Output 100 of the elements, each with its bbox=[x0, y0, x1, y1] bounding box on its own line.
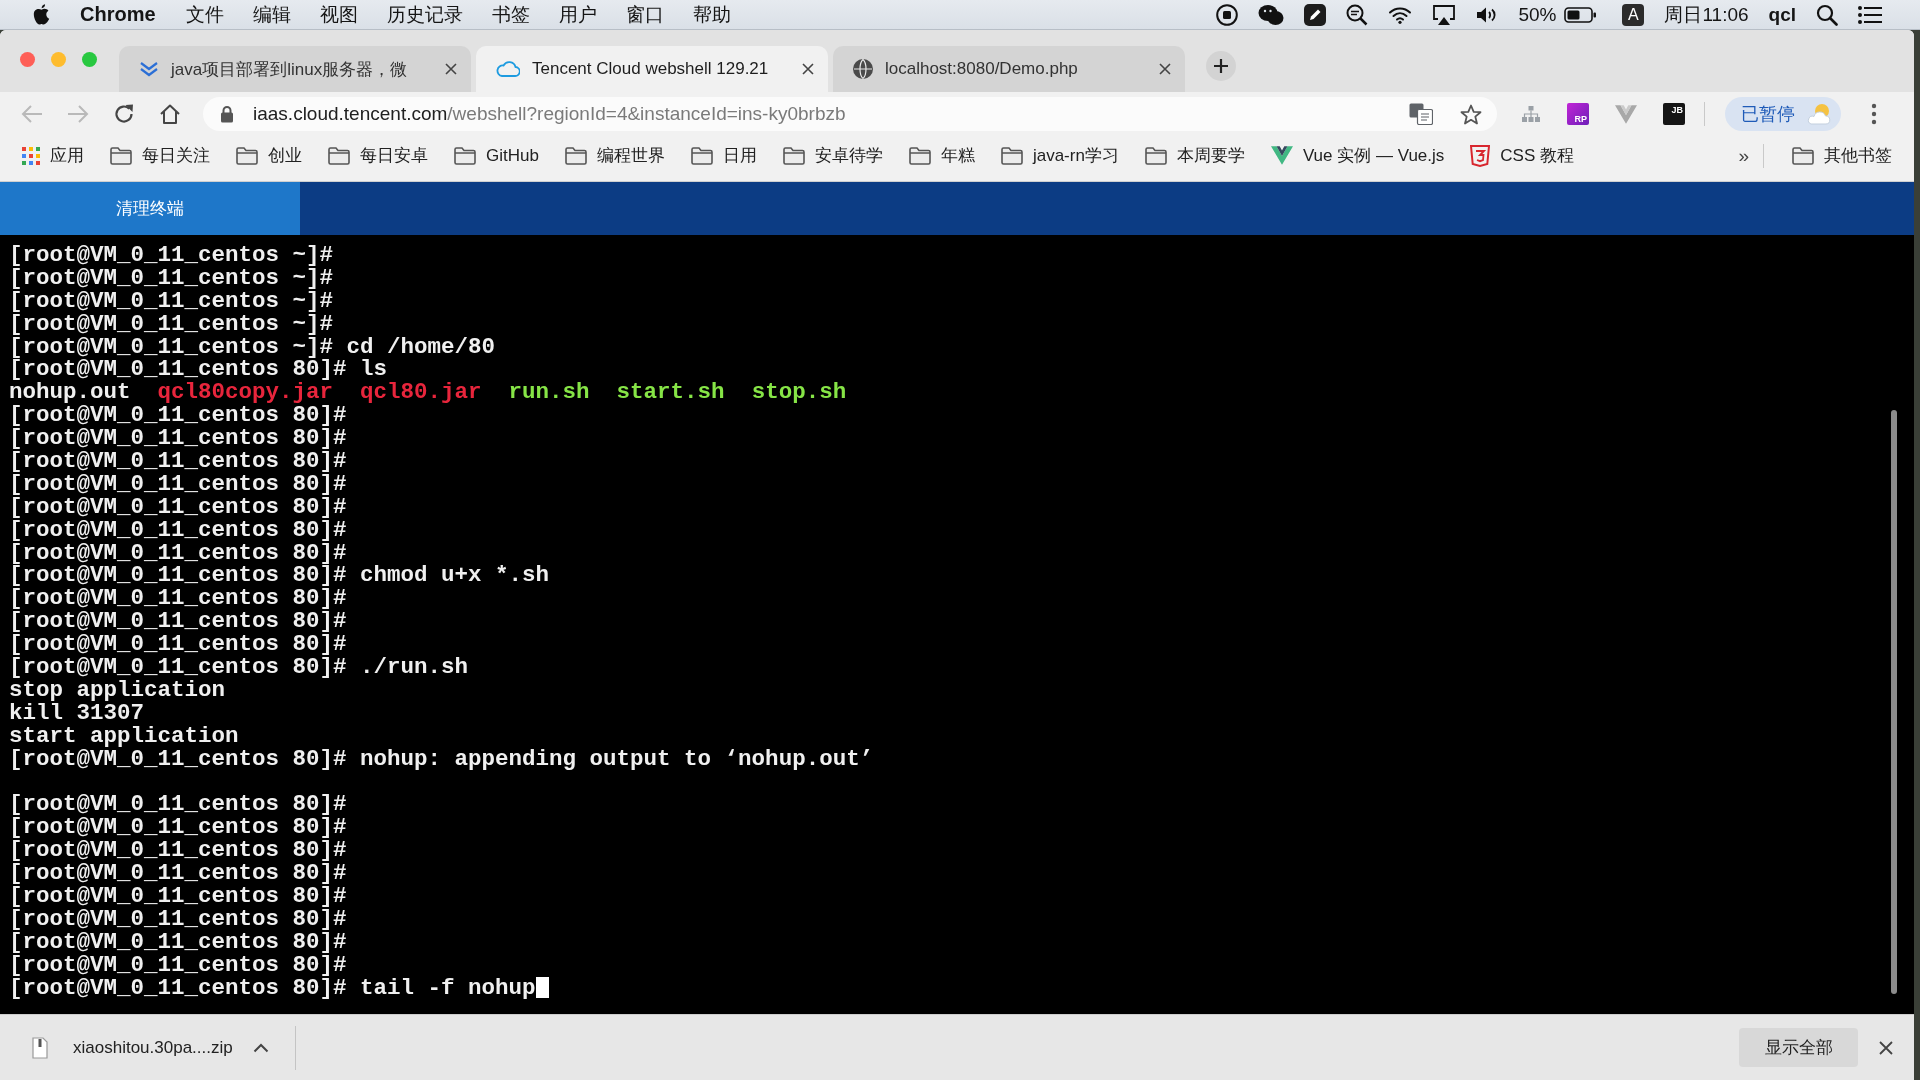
list-icon[interactable] bbox=[1858, 5, 1882, 24]
terminal-line: [root@VM_0_11_centos 80]# bbox=[9, 404, 347, 428]
terminal-line: [root@VM_0_11_centos 80]# nohup: appending output to ‘nohup.out’ bbox=[9, 747, 874, 771]
user-name[interactable]: qcl bbox=[1768, 3, 1796, 26]
browser-tab[interactable]: java项目部署到linux服务器，微 bbox=[119, 46, 471, 92]
bookmark-item[interactable]: 其他书签 bbox=[1792, 144, 1892, 167]
close-icon[interactable] bbox=[1879, 1040, 1893, 1055]
extension-button[interactable]: RP bbox=[1567, 103, 1589, 125]
terminal-line: [root@VM_0_11_centos 80]# bbox=[9, 816, 347, 840]
terminal-line: [root@VM_0_11_centos 80]# bbox=[9, 884, 347, 908]
apple-icon[interactable] bbox=[33, 4, 50, 25]
bubble-magnifier-icon[interactable] bbox=[1346, 3, 1369, 26]
search-icon[interactable] bbox=[1816, 3, 1838, 26]
clear-terminal-button[interactable]: 清理终端 bbox=[0, 182, 300, 235]
browser-tab[interactable]: localhost:8080/Demo.php bbox=[833, 46, 1185, 92]
input-source-indicator[interactable]: A bbox=[1622, 3, 1645, 26]
plus-icon[interactable] bbox=[1206, 51, 1236, 81]
pen-icon[interactable] bbox=[1304, 3, 1327, 26]
browser-tab[interactable]: Tencent Cloud webshell 129.21 bbox=[476, 46, 828, 92]
terminal-line: [root@VM_0_11_centos 80]# ./run.sh bbox=[9, 656, 469, 679]
terminal-line: [root@VM_0_11_centos 80]# ls bbox=[9, 358, 388, 382]
app-name-menu[interactable]: Chrome bbox=[80, 3, 156, 26]
show-all-button[interactable]: 显示全部 bbox=[1739, 1028, 1858, 1067]
terminal-line: [root@VM_0_11_centos ~]# bbox=[9, 289, 334, 313]
terminal-line: [root@VM_0_11_centos 80]# bbox=[9, 541, 347, 565]
terminal-line: [root@VM_0_11_centos 80]# tail -f nohup bbox=[9, 976, 536, 1000]
address-field[interactable]: iaas.cloud.tencent.com/webshell?regionId=4&instanceId=ins-ky0brbzb bbox=[203, 97, 1497, 131]
bookmark-item[interactable]: 每日安卓 bbox=[328, 144, 428, 167]
file-name: stop.sh bbox=[751, 381, 847, 405]
url-text: iaas.cloud.tencent.com/webshell?regionId=4&instanceId=ins-ky0brbzb bbox=[253, 103, 846, 125]
bookmark-item[interactable]: 创业 bbox=[236, 144, 302, 167]
close-icon[interactable] bbox=[802, 63, 814, 75]
bookmark-item[interactable]: 应用 bbox=[22, 144, 84, 167]
bookmark-item[interactable]: CSS 教程 bbox=[1470, 144, 1574, 167]
home-icon[interactable] bbox=[159, 103, 181, 125]
download-item[interactable]: xiaoshitou.30pa....zip bbox=[32, 1036, 233, 1059]
chat-bubbles-icon[interactable] bbox=[1258, 3, 1285, 26]
terminal-line: stop application bbox=[9, 678, 226, 702]
bookmark-item[interactable]: 日用 bbox=[690, 144, 757, 167]
translate-icon[interactable] bbox=[1409, 103, 1433, 125]
bookmark-item[interactable]: java-rn学习 bbox=[1000, 144, 1119, 167]
folder-icon bbox=[690, 146, 713, 165]
more-bookmarks-button[interactable]: » bbox=[1738, 144, 1749, 167]
menu-item[interactable]: 帮助 bbox=[692, 1, 731, 28]
folder-icon bbox=[564, 146, 587, 165]
terminal-line: kill 31307 bbox=[9, 701, 145, 725]
terminal-line: [root@VM_0_11_centos 80]# bbox=[9, 518, 347, 542]
menu-item[interactable]: 视图 bbox=[319, 1, 358, 28]
menu-item[interactable]: 窗口 bbox=[625, 1, 664, 28]
clock[interactable]: 周日11:06 bbox=[1664, 1, 1749, 28]
close-icon[interactable] bbox=[1159, 63, 1171, 75]
bookmark-item[interactable]: 每日关注 bbox=[110, 144, 210, 167]
extension-button[interactable]: JB bbox=[1663, 103, 1685, 125]
close-icon[interactable] bbox=[445, 63, 457, 75]
terminal-line: [root@VM_0_11_centos 80]# bbox=[9, 793, 347, 817]
terminal-line: [root@VM_0_11_centos 80]# bbox=[9, 610, 347, 634]
folder-icon bbox=[908, 146, 931, 165]
bookmark-item[interactable]: 安卓待学 bbox=[782, 144, 883, 167]
bookmark-item[interactable]: 年糕 bbox=[908, 144, 975, 167]
airplay-icon[interactable] bbox=[1432, 4, 1457, 25]
globe-icon bbox=[853, 59, 873, 79]
menu-item[interactable]: 用户 bbox=[558, 1, 597, 28]
folder-icon bbox=[328, 146, 350, 165]
folder-icon bbox=[110, 146, 132, 165]
scrollbar-thumb[interactable] bbox=[1891, 410, 1897, 994]
lock-icon bbox=[220, 105, 234, 123]
chevron-up-icon[interactable] bbox=[252, 1042, 269, 1053]
menu-icon[interactable] bbox=[1871, 103, 1877, 125]
file-name: nohup.out bbox=[9, 381, 131, 405]
bookmark-item[interactable]: 本周要学 bbox=[1144, 144, 1245, 167]
profile-button[interactable]: 已暂停 bbox=[1725, 97, 1841, 131]
terminal-line: [root@VM_0_11_centos 80]# bbox=[9, 930, 347, 954]
terminal-line: [root@VM_0_11_centos ~]# bbox=[9, 312, 334, 336]
reload-icon[interactable] bbox=[113, 103, 135, 125]
terminal-line: start application bbox=[9, 724, 239, 748]
battery-icon[interactable] bbox=[1564, 6, 1597, 23]
star-icon[interactable] bbox=[1460, 103, 1482, 125]
bookmark-item[interactable]: 编程世界 bbox=[564, 144, 665, 167]
menu-item[interactable]: 编辑 bbox=[252, 1, 291, 28]
v-logo-icon bbox=[1615, 104, 1637, 124]
sun-cloud-icon bbox=[1807, 103, 1833, 125]
wifi-icon[interactable] bbox=[1388, 5, 1413, 24]
bookmark-item[interactable]: Vue 实例 — Vue.js bbox=[1270, 144, 1445, 167]
file-name: qcl80copy.jar bbox=[157, 381, 334, 405]
file-name: start.sh bbox=[616, 381, 725, 405]
folder-icon bbox=[454, 146, 476, 165]
record-icon[interactable] bbox=[1216, 3, 1239, 26]
file-name: run.sh bbox=[508, 381, 590, 405]
menu-item[interactable]: 书签 bbox=[491, 1, 530, 28]
terminal-line: [root@VM_0_11_centos 80]# bbox=[9, 839, 347, 863]
terminal-line: [root@VM_0_11_centos 80]# bbox=[9, 450, 347, 473]
terminal-line: [root@VM_0_11_centos 80]# bbox=[9, 472, 347, 496]
terminal-line: [root@VM_0_11_centos 80]# bbox=[9, 587, 347, 611]
terminal-line: [root@VM_0_11_centos 80]# bbox=[9, 862, 347, 885]
menu-item[interactable]: 文件 bbox=[185, 1, 224, 28]
menu-item[interactable]: 历史记录 bbox=[386, 1, 463, 28]
terminal-line: [root@VM_0_11_centos 80]# bbox=[9, 953, 347, 977]
chevrons-icon bbox=[139, 60, 159, 78]
tab-title: localhost:8080/Demo.php bbox=[885, 59, 1079, 79]
bookmark-item[interactable]: GitHub bbox=[454, 145, 539, 166]
